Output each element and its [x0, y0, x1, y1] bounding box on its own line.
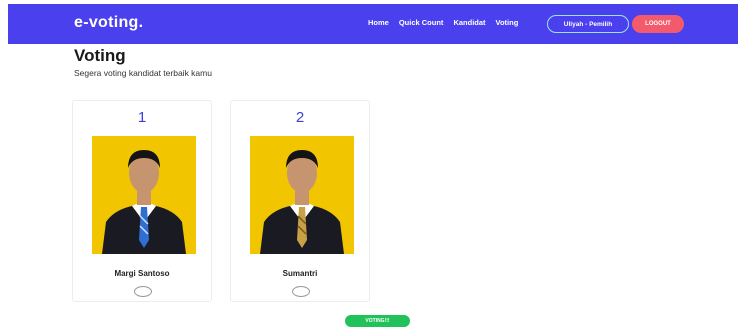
nav-quick-count[interactable]: Quick Count: [399, 18, 444, 27]
vote-button[interactable]: VOTING!!!: [345, 315, 410, 327]
candidate-name: Sumantri: [282, 269, 318, 278]
candidate-name: Margi Santoso: [114, 269, 170, 278]
candidate-number: 2: [295, 109, 305, 126]
navbar: e-voting. Home Quick Count Kandidat Voti…: [8, 4, 738, 44]
candidate-number: 1: [137, 109, 147, 126]
user-badge[interactable]: Uliyah - Pemilih: [547, 15, 629, 33]
candidate-radio[interactable]: [134, 286, 152, 297]
nav-kandidat[interactable]: Kandidat: [453, 18, 485, 27]
brand-logo[interactable]: e-voting.: [74, 14, 143, 32]
candidate-card: 2 Sumantri: [230, 100, 370, 302]
candidate-photo: [92, 136, 196, 254]
candidate-card: 1 Margi Santoso: [72, 100, 212, 302]
logout-button[interactable]: LOGOUT: [632, 15, 684, 33]
nav-voting[interactable]: Voting: [496, 18, 519, 27]
candidate-photo: [250, 136, 354, 254]
nav-links: Home Quick Count Kandidat Voting: [368, 18, 518, 27]
page-subtitle: Segera voting kandidat terbaik kamu: [74, 68, 212, 78]
page-title: Voting: [74, 46, 126, 65]
nav-home[interactable]: Home: [368, 18, 389, 27]
candidate-radio[interactable]: [292, 286, 310, 297]
